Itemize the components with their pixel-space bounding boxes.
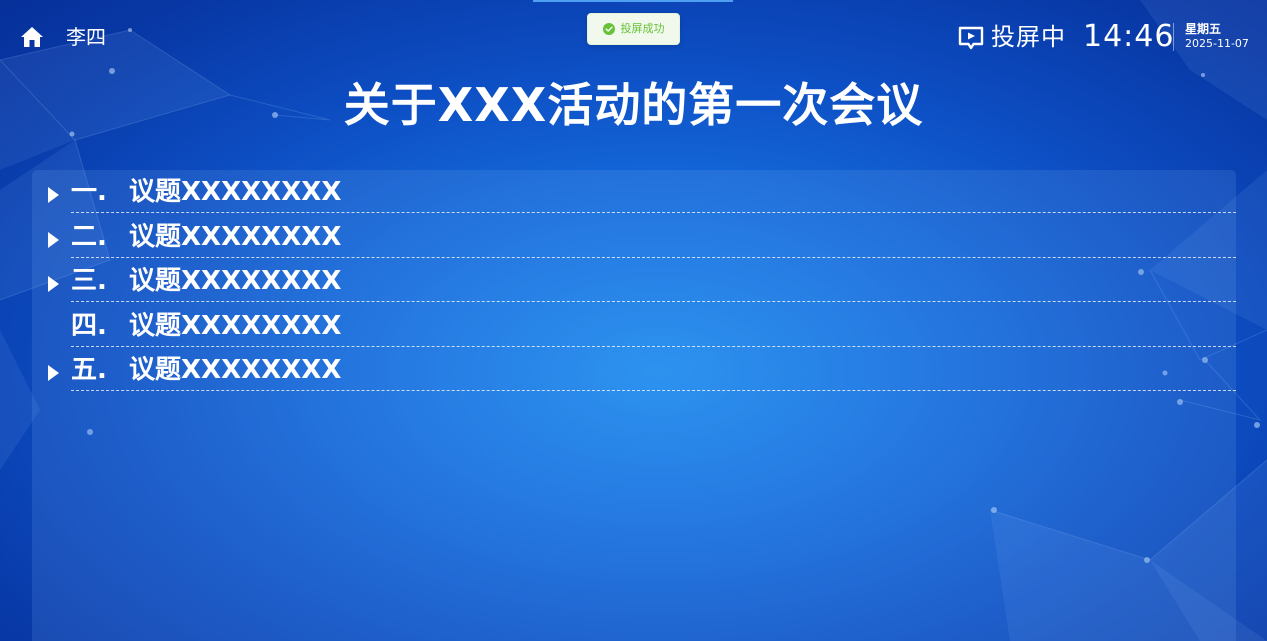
agenda-item-number: 五. bbox=[71, 355, 107, 385]
toast-message: 投屏成功 bbox=[620, 22, 665, 35]
screen-cast-icon[interactable] bbox=[958, 25, 984, 51]
cast-status-label[interactable]: 投屏中 bbox=[991, 22, 1066, 52]
clock-divider bbox=[1173, 23, 1174, 51]
agenda-item-1[interactable]: 一. 议题XXXXXXXX bbox=[32, 170, 1236, 215]
agenda-item-divider bbox=[71, 390, 1236, 391]
cast-success-toast: 投屏成功 bbox=[587, 13, 680, 45]
caret-right-icon[interactable] bbox=[48, 276, 59, 292]
meeting-title: 关于XXX活动的第一次会议 bbox=[343, 78, 924, 132]
agenda-item-title[interactable]: 议题XXXXXXXX bbox=[129, 353, 341, 387]
agenda-item-4[interactable]: 四. 议题XXXXXXXX bbox=[32, 304, 1236, 349]
agenda-item-title[interactable]: 议题XXXXXXXX bbox=[129, 264, 341, 298]
agenda-item-3[interactable]: 三. 议题XXXXXXXX bbox=[32, 259, 1236, 304]
agenda-item-divider bbox=[71, 212, 1236, 213]
agenda-item-2[interactable]: 二. 议题XXXXXXXX bbox=[32, 215, 1236, 260]
agenda-item-title[interactable]: 议题XXXXXXXX bbox=[129, 175, 341, 209]
agenda-item-number: 一. bbox=[71, 177, 107, 207]
agenda-item-number: 二. bbox=[71, 222, 107, 252]
agenda-item-number: 三. bbox=[71, 266, 107, 296]
clock-time: 14:46 bbox=[1083, 19, 1175, 54]
caret-right-icon[interactable] bbox=[48, 365, 59, 381]
caret-right-icon[interactable] bbox=[48, 232, 59, 248]
agenda-item-divider bbox=[71, 346, 1236, 347]
agenda-item-title[interactable]: 议题XXXXXXXX bbox=[129, 220, 341, 254]
top-accent-strip bbox=[533, 0, 733, 2]
agenda-panel: 一. 议题XXXXXXXX 二. 议题XXXXXXXX 三. 议题XXXXXXX… bbox=[32, 170, 1236, 641]
home-icon[interactable] bbox=[20, 26, 44, 48]
clock-weekday: 星期五 bbox=[1185, 22, 1222, 36]
user-name: 李四 bbox=[66, 25, 106, 49]
agenda-item-title[interactable]: 议题XXXXXXXX bbox=[129, 309, 341, 343]
agenda-item-divider bbox=[71, 257, 1236, 258]
agenda-item-divider bbox=[71, 301, 1236, 302]
caret-right-icon[interactable] bbox=[48, 187, 59, 203]
agenda-item-5[interactable]: 五. 议题XXXXXXXX bbox=[32, 348, 1236, 393]
clock-date: 2025-11-07 bbox=[1185, 37, 1249, 50]
check-circle-icon bbox=[602, 23, 615, 35]
agenda-item-number: 四. bbox=[71, 311, 107, 341]
